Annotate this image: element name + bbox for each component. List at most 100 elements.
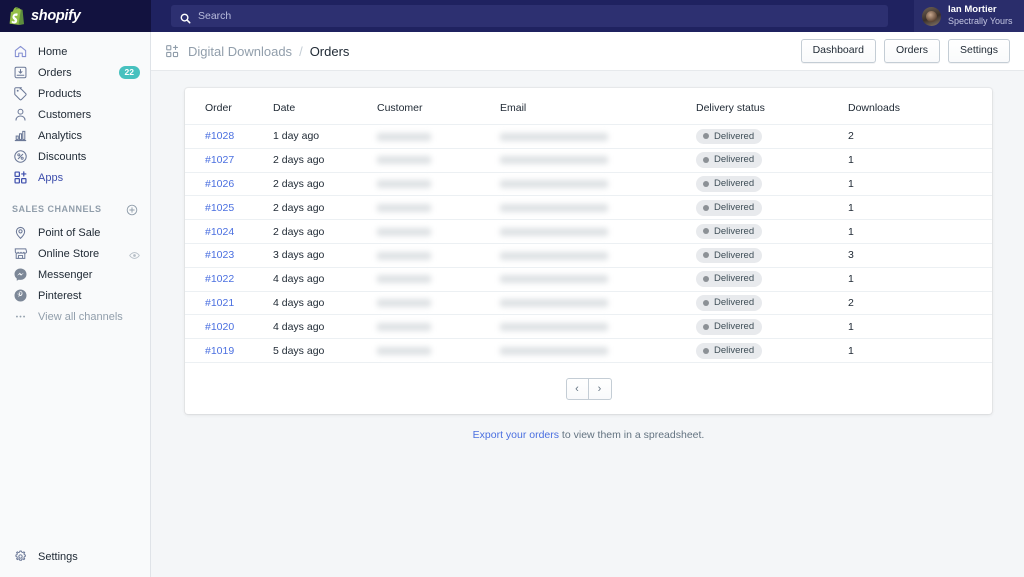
cell-downloads: 1	[848, 314, 992, 339]
status-badge: Delivered	[696, 271, 763, 287]
sidebar-item-customers[interactable]: Customers	[0, 104, 150, 125]
cell-customer	[377, 219, 500, 244]
products-icon	[12, 86, 28, 102]
cell-email	[500, 171, 696, 196]
order-link[interactable]: #1026	[205, 178, 234, 190]
cell-customer	[377, 314, 500, 339]
sidebar-item-products[interactable]: Products	[0, 83, 150, 104]
cell-delivery-status: Delivered	[696, 242, 848, 268]
order-link[interactable]: #1020	[205, 321, 234, 333]
dashboard-button[interactable]: Dashboard	[800, 39, 876, 63]
eye-icon[interactable]	[129, 248, 140, 259]
status-dot-icon	[703, 133, 709, 140]
cell-date: 2 days ago	[273, 219, 377, 244]
user-menu[interactable]: Ian Mortier Spectrally Yours	[914, 0, 1024, 32]
customers-icon	[12, 107, 28, 123]
table-row: #1026 2 days ago Delivered 1	[185, 171, 992, 196]
sidebar-item-analytics[interactable]: Analytics	[0, 125, 150, 146]
pagination-prev-button[interactable]: ‹	[565, 377, 589, 400]
redacted-customer-name	[377, 347, 431, 356]
app-grid-plus-icon	[165, 44, 180, 59]
column-header-order: Order	[205, 102, 232, 114]
orders-button[interactable]: Orders	[883, 39, 941, 63]
cell-delivery-status: Delivered	[696, 290, 848, 315]
sidebar-item-label: Discounts	[38, 150, 87, 163]
storefront-icon	[12, 246, 28, 262]
user-info: Ian Mortier Spectrally Yours	[948, 4, 1013, 26]
sidebar-item-label: Pinterest	[38, 289, 82, 302]
cell-delivery-status: Delivered	[696, 266, 848, 292]
cell-delivery-status: Delivered	[696, 195, 848, 220]
table-row: #1023 3 days ago Delivered 3	[185, 242, 992, 268]
status-dot-icon	[703, 299, 709, 306]
order-link[interactable]: #1019	[205, 345, 234, 357]
breadcrumb-separator: /	[299, 43, 303, 59]
breadcrumb-parent[interactable]: Digital Downloads	[188, 44, 292, 59]
cell-order: #1021	[185, 290, 273, 315]
sidebar-item-messenger[interactable]: Messenger	[0, 264, 150, 285]
page-header: Digital Downloads / Orders Dashboard Ord…	[151, 32, 1024, 71]
export-footnote-text: to view them in a spreadsheet.	[559, 429, 705, 441]
table-row: #1022 4 days ago Delivered 1	[185, 266, 992, 292]
orders-card: Order Date Customer Email Delivery statu…	[185, 88, 992, 415]
status-badge: Delivered	[696, 343, 763, 359]
table-row: #1027 2 days ago Delivered 1	[185, 147, 992, 173]
sidebar-item-label: Home	[38, 45, 68, 58]
cell-date: 4 days ago	[273, 290, 377, 315]
sidebar-item-discounts[interactable]: Discounts	[0, 146, 150, 167]
sidebar-item-apps[interactable]: Apps	[0, 167, 150, 188]
cell-date: 2 days ago	[273, 171, 377, 196]
order-link[interactable]: #1021	[205, 297, 234, 309]
pagination-row: ‹ ›	[185, 362, 992, 414]
export-orders-link[interactable]: Export your orders	[473, 429, 559, 441]
redacted-email	[500, 156, 608, 165]
plus-circle-icon[interactable]	[126, 203, 138, 216]
sidebar-item-label: Analytics	[38, 129, 83, 142]
sidebar-item-point-of-sale[interactable]: Point of Sale	[0, 222, 150, 243]
cell-downloads: 1	[848, 266, 992, 292]
status-label: Delivered	[714, 225, 755, 237]
sidebar-item-online-store[interactable]: Online Store	[0, 243, 150, 264]
search-placeholder: Search	[198, 10, 232, 22]
sidebar-item-label: View all channels	[38, 310, 123, 323]
order-link[interactable]: #1027	[205, 154, 234, 166]
cell-order: #1024	[185, 219, 273, 244]
sidebar-item-view-all-channels[interactable]: View all channels	[0, 306, 150, 327]
cell-order: #1023	[185, 242, 273, 268]
cell-email	[500, 266, 696, 292]
table-body: #1028 1 day ago Delivered 2 #1027 2 days ago D…	[185, 124, 992, 363]
cell-delivery-status: Delivered	[696, 338, 848, 363]
table-row: #1025 2 days ago Delivered 1	[185, 195, 992, 220]
order-link[interactable]: #1023	[205, 249, 234, 261]
table-row: #1019 5 days ago Delivered 1	[185, 338, 992, 363]
shopify-logo[interactable]: shopify	[0, 0, 151, 32]
status-dot-icon	[703, 228, 709, 235]
order-link[interactable]: #1025	[205, 202, 234, 214]
shopify-admin-window: shopify Search Ian Mortier Spectrally Yo…	[0, 0, 1024, 577]
settings-button[interactable]: Settings	[948, 39, 1010, 63]
main-nav: Home Orders 22 Products Customers Analyt…	[0, 32, 150, 327]
search-input[interactable]: Search	[171, 5, 888, 27]
status-badge: Delivered	[696, 319, 763, 335]
main-content: Order Date Customer Email Delivery statu…	[151, 71, 1024, 577]
order-link[interactable]: #1024	[205, 226, 234, 238]
sidebar-item-settings[interactable]: Settings	[0, 546, 151, 567]
cell-date: 2 days ago	[273, 195, 377, 220]
pinterest-icon	[12, 288, 28, 304]
table-head: Order Date Customer Email Delivery statu…	[185, 88, 992, 125]
order-link[interactable]: #1028	[205, 130, 234, 142]
cell-date: 4 days ago	[273, 314, 377, 339]
messenger-icon	[12, 267, 28, 283]
sidebar-item-home[interactable]: Home	[0, 41, 150, 62]
sidebar-item-pinterest[interactable]: Pinterest	[0, 285, 150, 306]
pagination-next-button[interactable]: ›	[588, 377, 612, 400]
sidebar-item-orders[interactable]: Orders 22	[0, 62, 150, 83]
export-footnote: Export your orders to view them in a spr…	[185, 429, 992, 441]
status-dot-icon	[703, 323, 709, 330]
avatar	[922, 6, 941, 26]
redacted-customer-name	[377, 132, 431, 141]
shopify-wordmark: shopify	[31, 8, 81, 24]
table-row: #1020 4 days ago Delivered 1	[185, 314, 992, 339]
order-link[interactable]: #1022	[205, 273, 234, 285]
cell-downloads: 1	[848, 219, 992, 244]
